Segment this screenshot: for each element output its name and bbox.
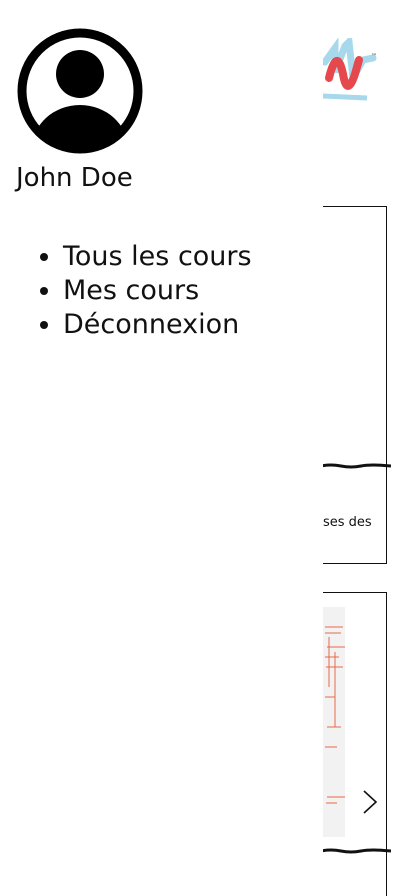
user-circle-icon[interactable]: [16, 27, 144, 155]
menu-item-logout[interactable]: Déconnexion: [63, 308, 252, 342]
course-card[interactable]: [323, 592, 391, 896]
background-page: ™ ses des: [323, 0, 414, 896]
menu-item-all-courses[interactable]: Tous les cours: [63, 240, 252, 274]
card-description: ses des: [323, 515, 372, 530]
course-card[interactable]: ses des: [323, 206, 391, 564]
chevron-right-icon[interactable]: [361, 789, 379, 815]
side-drawer: John Doe Tous les cours Mes cours Déconn…: [0, 0, 323, 896]
drawer-menu: Tous les cours Mes cours Déconnexion: [0, 240, 252, 342]
user-name: John Doe: [16, 163, 133, 193]
brand-logo-icon: ™: [323, 38, 377, 101]
menu-item-my-courses[interactable]: Mes cours: [63, 274, 252, 308]
divider: [323, 463, 391, 469]
divider: [323, 848, 391, 854]
course-thumbnail: [323, 607, 345, 837]
svg-text:™: ™: [371, 53, 377, 60]
